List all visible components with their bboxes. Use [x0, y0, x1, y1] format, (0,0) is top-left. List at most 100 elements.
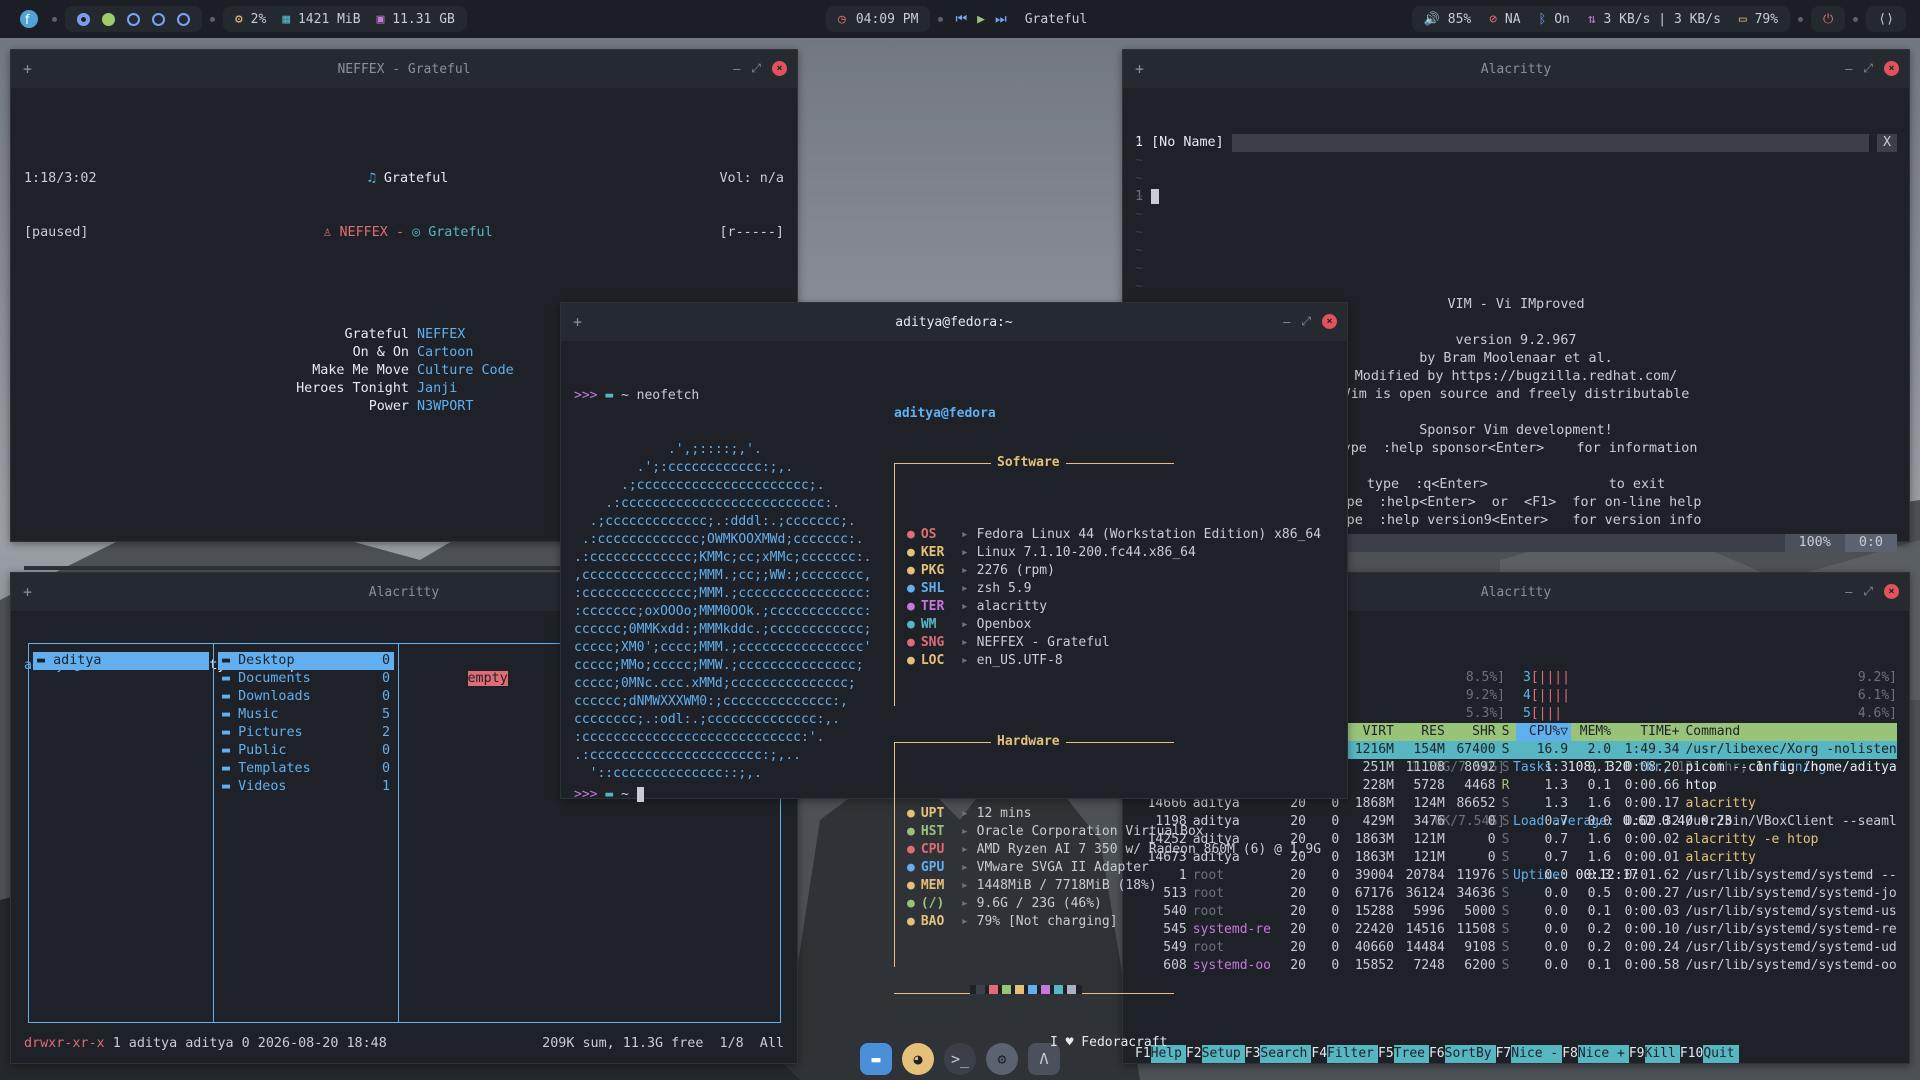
entry-name: Templates: [238, 761, 311, 776]
workspace-3[interactable]: [127, 12, 140, 26]
vim-tab[interactable]: 1 [No Name]: [1135, 134, 1224, 152]
function-key[interactable]: F6 SortBy: [1429, 1045, 1496, 1063]
function-key[interactable]: F5 Tree: [1378, 1045, 1429, 1063]
minimize-icon[interactable]: –: [1845, 62, 1852, 76]
file-manager-icon[interactable]: ▬: [860, 1043, 892, 1075]
directory-entry[interactable]: ▬ Templates 0: [218, 760, 394, 778]
window-titlebar[interactable]: + NEFFEX - Grateful – ⤢ ×: [11, 50, 797, 88]
info-key: HST: [920, 824, 945, 839]
volume-widget[interactable]: 🔊 85%: [1424, 12, 1472, 27]
table-cell: /usr/lib/systemd/systemd-use: [1685, 904, 1897, 919]
battery-widget: ▭ 79%: [1739, 12, 1778, 27]
maximize-icon[interactable]: ⤢: [1301, 314, 1311, 329]
table-cell: 0:00.17: [1624, 796, 1680, 811]
table-cell: 0.3: [1587, 868, 1612, 883]
column-header[interactable]: RES: [1397, 723, 1448, 741]
add-icon[interactable]: +: [573, 313, 582, 331]
add-icon[interactable]: +: [23, 583, 32, 601]
folder-icon: ▬: [222, 743, 239, 758]
directory-entry[interactable]: ▬ Videos 1: [218, 778, 394, 796]
cpu-id: 5: [1523, 706, 1531, 721]
column-header[interactable]: Command: [1682, 723, 1897, 741]
table-cell: htop: [1685, 778, 1717, 793]
column-header[interactable]: SHR: [1448, 723, 1499, 741]
add-icon[interactable]: +: [1135, 60, 1144, 78]
close-icon[interactable]: ×: [1884, 584, 1899, 599]
vim-tab-close[interactable]: X: [1876, 134, 1897, 152]
network-widget[interactable]: ⊘ NA: [1489, 12, 1520, 27]
disk-value: 11.31 GB: [392, 11, 455, 27]
window-titlebar[interactable]: + aditya@fedora:~ – ⤢ ×: [561, 303, 1347, 341]
fedora-logo-icon[interactable]: f: [14, 6, 44, 32]
table-cell: S: [1501, 850, 1510, 865]
workspace-1[interactable]: [77, 12, 90, 26]
column-header[interactable]: VIRT: [1342, 723, 1397, 741]
prompt-symbol: >>>: [574, 388, 598, 403]
neofetch-user-host: aditya@fedora: [894, 406, 996, 421]
bluetooth-widget[interactable]: ᛒ On: [1539, 12, 1570, 27]
svg-text:f: f: [25, 13, 30, 28]
function-key[interactable]: F10 Quit: [1680, 1045, 1739, 1063]
function-key[interactable]: F9 Kill: [1629, 1045, 1680, 1063]
directory-entry[interactable]: ▬ Documents 0: [218, 670, 394, 688]
directory-entry[interactable]: ▬ Desktop 0: [218, 652, 394, 670]
directory-entry[interactable]: ▬ Music 5: [218, 706, 394, 724]
maximize-icon[interactable]: ⤢: [1863, 584, 1873, 599]
next-track-icon[interactable]: ⏭: [995, 12, 1007, 27]
person-icon: ♙: [323, 225, 332, 240]
minimize-icon[interactable]: –: [1283, 315, 1290, 329]
directory-entry[interactable]: ▬ Pictures 2: [218, 724, 394, 742]
column-header[interactable]: CPU%▽: [1516, 723, 1572, 741]
entry-label: ▬ Templates: [222, 760, 311, 778]
maximize-icon[interactable]: ⤢: [751, 61, 761, 76]
info-value: 12 mins: [976, 806, 1032, 821]
power-icon: ⏻: [1823, 11, 1834, 27]
function-key[interactable]: F7 Nice -: [1496, 1045, 1563, 1063]
color-palette: [894, 985, 1174, 994]
table-cell: 0.0: [1587, 814, 1612, 829]
terminal-cursor[interactable]: [636, 787, 645, 802]
table-cell: 0.0: [1544, 958, 1569, 973]
previous-track-icon[interactable]: ⏮: [955, 12, 967, 27]
table-cell: 0.1: [1587, 760, 1612, 775]
playlist-title: Make Me Move: [312, 363, 409, 378]
table-cell: 0.0: [1544, 868, 1569, 883]
minimize-icon[interactable]: –: [733, 62, 740, 76]
entry-count: 0: [381, 761, 390, 776]
directory-entry[interactable]: ▬ Public 0: [218, 742, 394, 760]
clock-widget[interactable]: ◷ 04:09 PM: [826, 6, 931, 32]
entry-count: 0: [381, 671, 390, 686]
minimize-icon[interactable]: –: [1845, 585, 1852, 599]
workspace-5[interactable]: [177, 12, 190, 26]
function-key[interactable]: F8 Nice +: [1562, 1045, 1629, 1063]
separator-dot: [1798, 16, 1804, 22]
entry-label: ▬ Videos: [222, 778, 287, 796]
window-title: aditya@fedora:~: [895, 314, 1013, 330]
file-permissions: drwxr-xr-x: [24, 1036, 105, 1051]
column-header[interactable]: MEM%: [1571, 723, 1614, 741]
media-track-title: Grateful: [1024, 11, 1088, 27]
workspace-4[interactable]: [152, 12, 165, 26]
directory-entry[interactable]: ▬ Downloads 0: [218, 688, 394, 706]
power-button[interactable]: ⏻: [1811, 6, 1846, 32]
info-arrow-icon: ▸: [960, 914, 969, 929]
info-value: VMware SVGA II Adapter: [976, 860, 1149, 875]
window-titlebar[interactable]: + Alacritty –⤢ ×: [1123, 50, 1909, 88]
add-icon[interactable]: +: [23, 60, 32, 78]
album-icon: ◎: [412, 225, 421, 240]
function-key-id: F10: [1679, 1046, 1704, 1061]
maximize-icon[interactable]: ⤢: [1863, 61, 1873, 76]
close-icon[interactable]: ×: [1884, 61, 1899, 76]
workspace-2[interactable]: [102, 12, 115, 26]
table-cell: 14516: [1405, 922, 1445, 937]
info-value: 9.6G / 23G (46%): [976, 896, 1102, 911]
info-value: 79% [Not charging]: [976, 914, 1118, 929]
column-header[interactable]: TIME+: [1614, 723, 1682, 741]
close-icon[interactable]: ×: [772, 61, 787, 76]
play-icon[interactable]: ▶: [977, 12, 985, 27]
close-icon[interactable]: ×: [1322, 314, 1337, 329]
parent-entry[interactable]: ▬ aditya: [33, 652, 209, 670]
entry-count: 0: [381, 743, 390, 758]
layout-button[interactable]: ⟨⟩: [1866, 6, 1906, 32]
column-header[interactable]: S: [1499, 723, 1517, 741]
